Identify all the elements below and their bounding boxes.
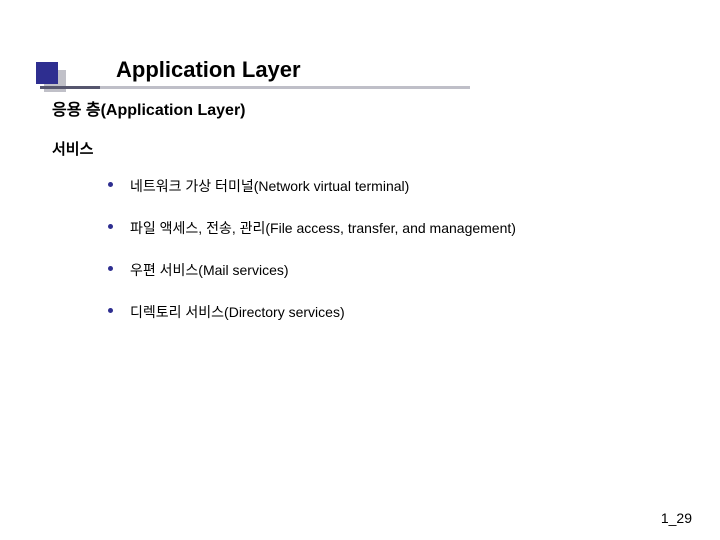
list-item: 네트워크 가상 터미널(Network virtual terminal)	[108, 176, 658, 196]
square-main-icon	[36, 62, 58, 84]
heading-sub: 서비스	[52, 138, 93, 159]
bullet-icon	[108, 224, 113, 229]
page-number: 1_29	[661, 510, 692, 526]
title-underline-dark-icon	[40, 86, 100, 89]
bullet-icon	[108, 308, 113, 313]
list-item: 파일 액세스, 전송, 관리(File access, transfer, an…	[108, 218, 658, 238]
title-bullet-icon	[32, 58, 74, 89]
page-title: Application Layer	[116, 57, 301, 83]
list-item-label: 우편 서비스(Mail services)	[130, 262, 289, 278]
list-item: 우편 서비스(Mail services)	[108, 260, 658, 280]
list-item: 디렉토리 서비스(Directory services)	[108, 302, 658, 322]
bullet-icon	[108, 182, 113, 187]
bullet-icon	[108, 266, 113, 271]
title-row: Application Layer	[0, 28, 720, 68]
heading-main: 응용 층(Application Layer)	[52, 96, 246, 120]
slide: Application Layer 응용 층(Application Layer…	[0, 0, 720, 540]
list-item-label: 파일 액세스, 전송, 관리(File access, transfer, an…	[130, 220, 516, 236]
list-item-label: 디렉토리 서비스(Directory services)	[130, 304, 345, 320]
title-underline-icon	[40, 86, 470, 89]
list-item-label: 네트워크 가상 터미널(Network virtual terminal)	[130, 178, 409, 194]
bullet-list: 네트워크 가상 터미널(Network virtual terminal) 파일…	[108, 176, 658, 344]
